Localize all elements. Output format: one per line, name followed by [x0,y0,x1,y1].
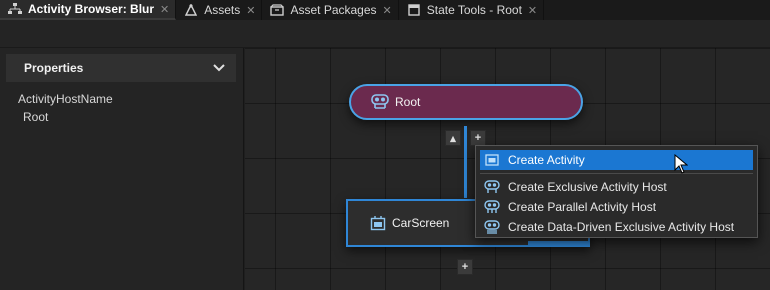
add-child-button[interactable]: + [457,259,473,275]
carscreen-node-label: CarScreen [392,216,450,230]
collapse-button[interactable]: ▴ [445,130,461,146]
menu-item-label: Create Parallel Activity Host [508,200,657,214]
parallel-host-icon [484,200,500,214]
activity-host-icon [371,94,389,110]
property-value[interactable]: Root [23,110,48,124]
close-icon[interactable]: ✕ [246,4,255,17]
menu-item-label: Create Activity [508,153,585,167]
collapse-glyph: ▴ [450,132,456,145]
tab-label: Asset Packages [290,3,377,17]
data-driven-host-icon [484,220,500,234]
menu-separator [480,173,753,174]
tab-label: Activity Browser: Blur [28,2,155,16]
menu-item-create-data-driven-host[interactable]: Create Data-Driven Exclusive Activity Ho… [480,217,753,237]
tab-bar: Activity Browser: Blur ✕ Assets ✕ Asset … [0,0,770,20]
menu-item-label: Create Exclusive Activity Host [508,180,667,194]
properties-title: Properties [24,61,84,75]
menu-item-create-activity[interactable]: Create Activity [480,150,753,170]
mouse-cursor-icon [674,153,689,174]
menu-item-create-exclusive-host[interactable]: Create Exclusive Activity Host [480,177,753,197]
assets-icon [184,4,198,16]
activity-tree-icon [8,3,22,15]
tab-asset-packages[interactable]: Asset Packages ✕ [262,0,399,20]
tab-label: State Tools - Root [426,3,522,17]
tab-state-tools[interactable]: State Tools - Root ✕ [399,0,545,20]
add-glyph: + [461,261,469,273]
close-icon[interactable]: ✕ [528,4,537,17]
connector-line [464,126,467,198]
tab-activity-browser[interactable]: Activity Browser: Blur ✕ [0,0,177,20]
menu-item-create-parallel-host[interactable]: Create Parallel Activity Host [480,197,753,217]
document-icon [407,4,421,16]
properties-header[interactable]: Properties [6,54,236,82]
root-node-label: Root [395,95,421,109]
menu-item-label: Create Data-Driven Exclusive Activity Ho… [508,220,735,234]
package-icon [270,4,285,16]
root-node[interactable]: Root [349,84,583,120]
tab-label: Assets [204,3,241,17]
toolbar-strip [0,20,770,48]
close-icon[interactable]: ✕ [160,3,169,16]
add-child-button[interactable]: + [470,130,486,146]
activity-icon [370,215,386,231]
tab-assets[interactable]: Assets ✕ [176,0,263,20]
activity-icon [484,153,500,167]
node-accent-bar [528,241,588,245]
exclusive-host-icon [484,180,500,194]
context-menu: Create Activity Create Exclusive Activit… [475,145,758,238]
chevron-down-icon[interactable] [212,61,226,75]
close-icon[interactable]: ✕ [383,4,392,17]
add-glyph: + [474,132,482,144]
property-name: ActivityHostName [18,92,113,106]
properties-panel: Properties ActivityHostName Root [0,48,244,290]
